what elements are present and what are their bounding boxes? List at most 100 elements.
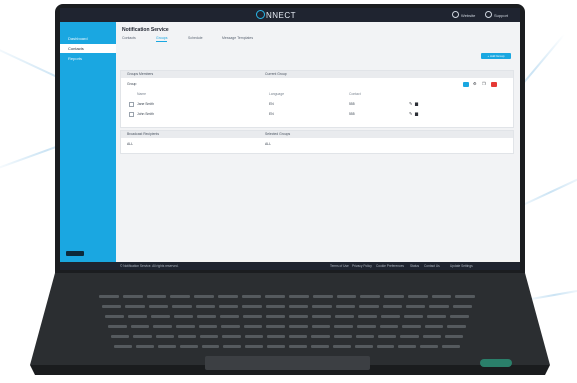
footer-link[interactable]: Update Settings <box>450 264 473 268</box>
sidebar: Dashboard Contacts Reports <box>60 22 116 262</box>
keyboard-key <box>105 315 124 318</box>
keyboard-key <box>151 315 170 318</box>
settings-icon[interactable]: ⚙ <box>473 81 477 86</box>
sidebar-footer-logo <box>66 251 84 256</box>
keyboard-key <box>447 325 466 328</box>
delete-group-button[interactable] <box>491 82 497 87</box>
keyboard-key <box>170 295 190 298</box>
footer-link[interactable]: Status <box>410 264 419 268</box>
footer-link[interactable]: Contact Us <box>424 264 440 268</box>
support-link[interactable]: Support <box>485 11 508 18</box>
keyboard-key <box>222 335 241 338</box>
trash-icon[interactable]: ▆ <box>415 111 418 116</box>
keyboard-key <box>102 305 122 308</box>
keyboard-key <box>335 305 356 308</box>
keyboard-key <box>99 295 119 298</box>
row-checkbox[interactable] <box>129 112 134 117</box>
sidebar-item-dashboard[interactable]: Dashboard <box>60 34 116 43</box>
keyboard-key <box>265 305 285 308</box>
keyboard-key <box>379 325 399 328</box>
sidebar-item-reports[interactable]: Reports <box>60 54 116 63</box>
app-topbar: NNECT Website Support <box>60 8 520 22</box>
keyboard-key <box>148 305 169 308</box>
footer-link[interactable]: Cookie Preferences <box>376 264 404 268</box>
table-row: John Smith EN 555 ✎ ▆ <box>121 111 513 118</box>
keyboard-key <box>422 335 441 338</box>
keyboard-key <box>420 345 439 348</box>
keyboard-key <box>157 345 176 348</box>
keyboard-key <box>179 345 198 348</box>
keyboard-key <box>243 325 263 328</box>
trash-icon[interactable]: ▆ <box>415 101 418 106</box>
keyboard-key <box>153 325 172 328</box>
keyboard-key <box>244 335 263 338</box>
keyboard-key <box>267 345 285 348</box>
keyboard-key <box>424 325 444 328</box>
tab-contacts[interactable]: Contacts <box>122 36 136 40</box>
laptop-badge <box>480 359 512 367</box>
keyboard-key <box>146 295 167 298</box>
edit-group-button[interactable] <box>463 82 469 87</box>
keyboard-key <box>427 315 446 318</box>
logo-ring-icon <box>256 10 265 19</box>
app-footer: © Notification Service. All rights reser… <box>60 262 520 270</box>
keyboard-key <box>172 305 192 308</box>
keyboard-key <box>177 335 196 338</box>
keyboard-key <box>243 315 262 318</box>
keyboard-key <box>335 315 354 318</box>
page-title: Notification Service <box>122 27 169 33</box>
keyboard-key <box>455 295 475 298</box>
keyboard-key <box>289 335 308 338</box>
keyboard-key <box>195 305 215 308</box>
group-members-panel: Groups Members Current Group Group ⚙ ❐ N… <box>120 70 514 128</box>
footer-link[interactable]: Privacy Policy <box>352 264 372 268</box>
keyboard <box>98 293 478 355</box>
keyboard-key <box>356 325 376 328</box>
add-group-button[interactable]: + Add Group <box>481 53 511 59</box>
website-link[interactable]: Website <box>452 11 475 18</box>
keyboard-key <box>108 325 127 328</box>
keyboard-key <box>359 305 379 308</box>
keyboard-key <box>360 295 380 298</box>
keyboard-key <box>355 335 374 338</box>
keyboard-key <box>197 315 216 318</box>
edit-icon[interactable]: ✎ <box>409 101 412 106</box>
keyboard-key <box>265 295 285 298</box>
keyboard-key <box>312 305 332 308</box>
tab-message-templates[interactable]: Message Templates <box>222 36 253 40</box>
keyboard-key <box>404 315 423 318</box>
tab-schedule[interactable]: Schedule <box>188 36 203 40</box>
sidebar-item-contacts[interactable]: Contacts <box>60 44 116 53</box>
laptop-screen: NNECT Website Support Dashboard Contacts… <box>60 8 520 270</box>
keyboard-key <box>358 315 377 318</box>
keyboard-key <box>175 325 195 328</box>
keyboard-key <box>217 295 238 298</box>
keyboard-key <box>122 295 143 298</box>
row-checkbox[interactable] <box>129 102 134 107</box>
keyboard-key <box>310 345 329 348</box>
edit-icon[interactable]: ✎ <box>409 111 412 116</box>
keyboard-key <box>452 305 472 308</box>
tab-groups[interactable]: Groups <box>156 36 168 42</box>
keyboard-key <box>333 335 352 338</box>
keyboard-key <box>312 315 331 318</box>
keyboard-key <box>266 325 285 328</box>
copy-icon[interactable]: ❐ <box>482 81 486 86</box>
keyboard-key <box>133 335 152 338</box>
keyboard-key <box>201 345 220 348</box>
keyboard-key <box>384 295 404 298</box>
keyboard-key <box>125 305 145 308</box>
keyboard-key <box>198 325 218 328</box>
keyboard-key <box>311 335 330 338</box>
broadcast-panel: Broadcast Recipients Selected Groups ALL… <box>120 130 514 154</box>
footer-link[interactable]: Terms of Use <box>330 264 349 268</box>
keyboard-key <box>289 295 309 298</box>
keyboard-key <box>398 345 417 348</box>
keyboard-key <box>405 305 426 308</box>
group-row: Group ⚙ ❐ <box>121 81 513 89</box>
keyboard-key <box>332 345 351 348</box>
keyboard-key <box>111 335 130 338</box>
broadcast-row: ALL ALL <box>127 142 272 146</box>
app-logo: NNECT <box>256 10 296 20</box>
keyboard-key <box>289 315 308 318</box>
